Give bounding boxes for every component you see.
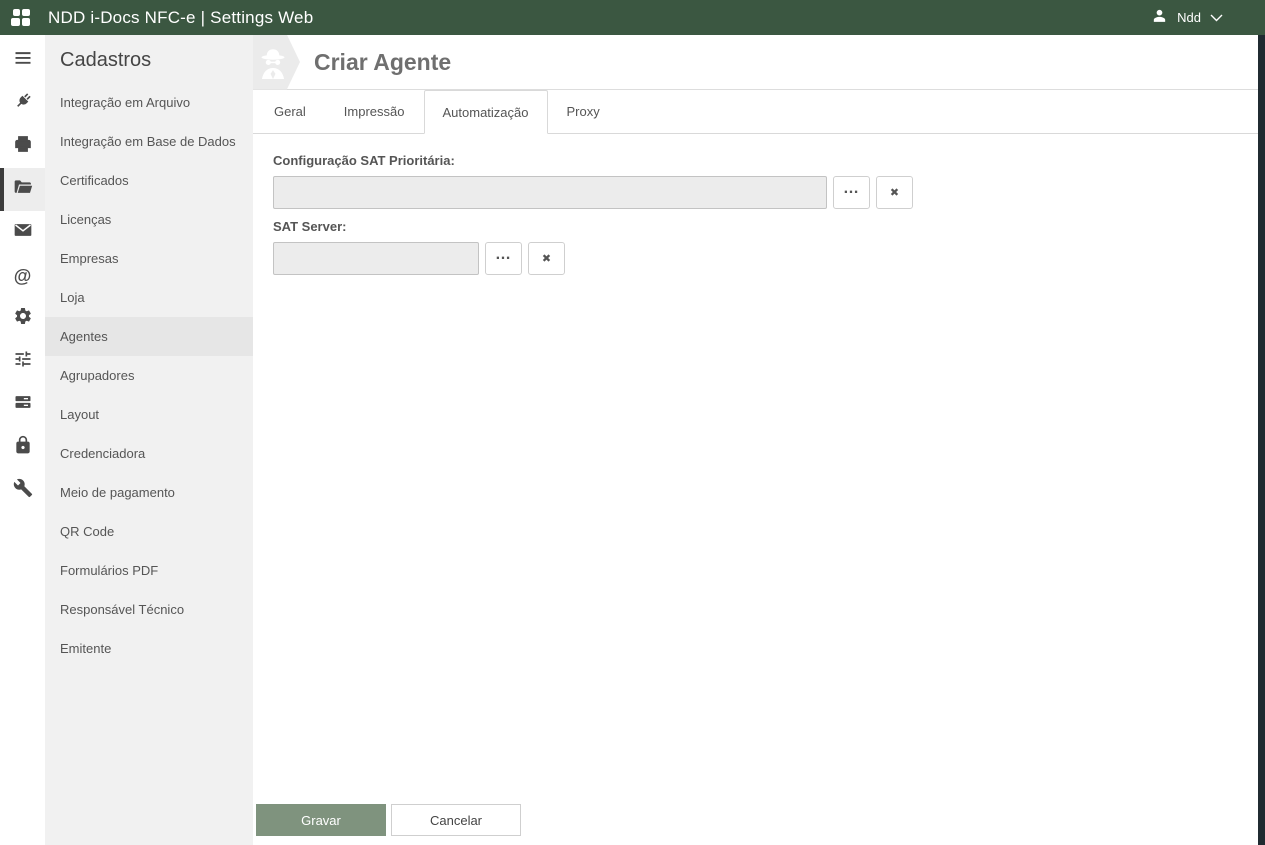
tab-automatizacao[interactable]: Automatização <box>423 90 548 134</box>
sat-server-browse-button[interactable]: … <box>485 242 522 275</box>
rail-parameters-button[interactable] <box>0 340 45 383</box>
sliders-icon <box>13 349 33 374</box>
page-title: Criar Agente <box>314 48 452 75</box>
field-label-sat-server: SAT Server: <box>273 219 347 234</box>
lock-icon <box>13 435 33 460</box>
configuracao-sat-browse-button[interactable]: … <box>833 176 870 209</box>
wrench-icon <box>13 478 33 503</box>
top-bar: NDD i-Docs NFC-e | Settings Web Ndd <box>0 0 1265 35</box>
sidebar-item-responsavel-tecnico[interactable]: Responsável Técnico <box>45 590 253 629</box>
ellipsis-icon: … <box>843 179 860 197</box>
rail-integration-button[interactable] <box>0 82 45 125</box>
rail-mail-button[interactable] <box>0 211 45 254</box>
rail-security-button[interactable] <box>0 426 45 469</box>
sidebar-item-qr-code[interactable]: QR Code <box>45 512 253 551</box>
configuracao-sat-clear-button[interactable]: ✖ <box>876 176 913 209</box>
sidebar-item-integracao-base-dados[interactable]: Integração em Base de Dados <box>45 122 253 161</box>
window-edge-strip <box>1258 35 1265 845</box>
cancel-button[interactable]: Cancelar <box>391 804 521 836</box>
tab-impressao[interactable]: Impressão <box>325 90 424 133</box>
rail-cadastros-button[interactable] <box>0 168 45 211</box>
rail-menu-button[interactable] <box>0 39 45 82</box>
mail-icon <box>13 220 33 245</box>
sidebar-item-empresas[interactable]: Empresas <box>45 239 253 278</box>
sidebar-item-licencas[interactable]: Licenças <box>45 200 253 239</box>
rail-settings-button[interactable] <box>0 297 45 340</box>
sidebar-item-emitente[interactable]: Emitente <box>45 629 253 668</box>
save-button[interactable]: Gravar <box>256 804 386 836</box>
sidebar-item-formularios-pdf[interactable]: Formulários PDF <box>45 551 253 590</box>
plug-icon <box>13 91 33 116</box>
printer-icon <box>13 134 33 159</box>
sidebar-item-meio-de-pagamento[interactable]: Meio de pagamento <box>45 473 253 512</box>
ndd-logo-icon <box>10 8 34 28</box>
spy-agent-icon <box>261 49 285 79</box>
user-menu[interactable]: Ndd <box>1151 7 1223 29</box>
folder-open-icon <box>13 177 33 202</box>
tab-strip: Geral Impressão Automatização Proxy <box>253 90 1265 134</box>
sat-server-clear-button[interactable]: ✖ <box>528 242 565 275</box>
field-label-configuracao-sat: Configuração SAT Prioritária: <box>273 153 455 168</box>
rail-printer-button[interactable] <box>0 125 45 168</box>
page-header: Criar Agente <box>253 34 1265 90</box>
sidebar-cadastros: Cadastros Integração em Arquivo Integraç… <box>45 35 253 845</box>
rail-server-button[interactable] <box>0 383 45 426</box>
menu-icon <box>13 48 33 73</box>
sidebar-item-layout[interactable]: Layout <box>45 395 253 434</box>
sidebar-item-agrupadores[interactable]: Agrupadores <box>45 356 253 395</box>
tab-content-automatizacao: Configuração SAT Prioritária: … ✖ SAT Se… <box>253 134 1265 275</box>
rail-tools-button[interactable] <box>0 469 45 512</box>
sidebar-item-credenciadora[interactable]: Credenciadora <box>45 434 253 473</box>
at-sign-icon: @ <box>13 265 32 286</box>
field-configuracao-sat: Configuração SAT Prioritária: … ✖ <box>273 153 1245 209</box>
user-icon <box>1151 7 1168 29</box>
agent-badge <box>253 34 300 90</box>
user-name: Ndd <box>1177 10 1201 25</box>
app-title: NDD i-Docs NFC-e | Settings Web <box>48 7 314 27</box>
rail-email-config-button[interactable]: @ <box>0 254 45 297</box>
tab-geral[interactable]: Geral <box>255 90 325 133</box>
sidebar-item-integracao-arquivo[interactable]: Integração em Arquivo <box>45 83 253 122</box>
clear-x-icon: ✖ <box>889 187 900 199</box>
main-panel: Criar Agente Geral Impressão Automatizaç… <box>253 34 1265 845</box>
field-sat-server: SAT Server: … ✖ <box>273 219 1245 275</box>
clear-x-icon: ✖ <box>541 253 552 265</box>
configuracao-sat-input[interactable] <box>273 176 827 209</box>
sidebar-item-loja[interactable]: Loja <box>45 278 253 317</box>
ellipsis-icon: … <box>495 245 512 263</box>
form-actions: Gravar Cancelar <box>256 804 521 836</box>
server-icon <box>13 392 33 417</box>
sidebar-item-agentes[interactable]: Agentes <box>45 317 253 356</box>
icon-rail: @ <box>0 35 45 845</box>
sidebar-heading: Cadastros <box>60 49 152 71</box>
gear-icon <box>13 306 33 331</box>
tab-proxy[interactable]: Proxy <box>548 90 619 133</box>
chevron-down-icon <box>1210 9 1223 27</box>
sidebar-item-certificados[interactable]: Certificados <box>45 161 253 200</box>
sat-server-input[interactable] <box>273 242 479 275</box>
